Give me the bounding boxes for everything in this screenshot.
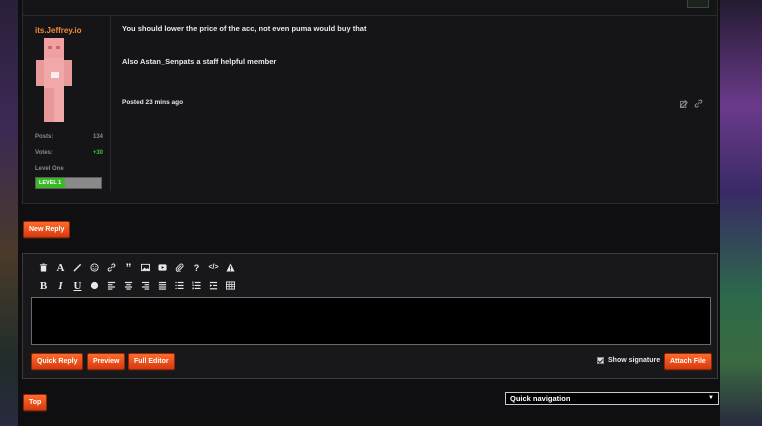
- posted-time[interactable]: Posted 23 mins ago: [122, 99, 183, 106]
- align-center-icon[interactable]: [122, 280, 135, 291]
- show-signature-label: Show signature: [608, 357, 661, 364]
- edit-icon[interactable]: [680, 99, 689, 110]
- video-icon[interactable]: [156, 262, 169, 273]
- posts-count: 134: [92, 134, 103, 140]
- attach-file-button[interactable]: Attach File: [664, 353, 712, 370]
- votes-stat: Votes: +30: [35, 150, 103, 156]
- show-signature-option[interactable]: Show signature: [597, 357, 660, 364]
- posts-stat: Posts: 134: [35, 134, 103, 140]
- level-progress-bar: LEVEL 1: [35, 177, 102, 189]
- link-icon[interactable]: [105, 262, 118, 273]
- avatar[interactable]: [33, 38, 75, 124]
- align-right-icon[interactable]: [139, 280, 152, 291]
- posts-label: Posts:: [35, 134, 54, 140]
- help-icon[interactable]: ?: [190, 262, 203, 273]
- new-reply-button[interactable]: New Reply: [23, 221, 71, 238]
- image-icon[interactable]: [139, 262, 152, 273]
- numbered-list-icon[interactable]: [190, 280, 203, 291]
- quick-navigation-select[interactable]: Quick navigation ▼: [505, 392, 719, 405]
- full-editor-button[interactable]: Full Editor: [128, 353, 175, 370]
- editor-toolbar-row-1: A ” ? </>: [37, 261, 237, 275]
- background-scenery-right: [718, 0, 762, 426]
- message-line-1: You should lower the price of the acc, n…: [122, 24, 367, 33]
- chevron-down-icon: ▼: [708, 395, 714, 401]
- quick-navigation-value: Quick navigation: [510, 394, 571, 403]
- user-info-panel: its.Jeffrey.io Posts: 134 Votes: +30 Lev…: [27, 16, 111, 191]
- topbar-action-button[interactable]: [687, 0, 709, 8]
- forum-main: its.Jeffrey.io Posts: 134 Votes: +30 Lev…: [18, 0, 720, 426]
- reply-textarea[interactable]: [31, 297, 711, 345]
- italic-icon[interactable]: I: [54, 280, 67, 292]
- color-icon[interactable]: [88, 280, 101, 291]
- align-left-icon[interactable]: [105, 280, 118, 291]
- show-signature-checkbox[interactable]: [597, 357, 604, 364]
- votes-count: +30: [92, 150, 103, 156]
- post-content: You should lower the price of the acc, n…: [122, 24, 702, 66]
- post-topbar: [23, 0, 717, 16]
- forum-post: its.Jeffrey.io Posts: 134 Votes: +30 Lev…: [22, 0, 718, 204]
- bullet-list-icon[interactable]: [173, 280, 186, 291]
- align-justify-icon[interactable]: [156, 280, 169, 291]
- underline-icon[interactable]: U: [71, 280, 84, 292]
- font-icon[interactable]: A: [54, 262, 67, 274]
- rank-title: Level One: [35, 166, 64, 172]
- post-actions: [680, 99, 703, 110]
- username-link[interactable]: its.Jeffrey.io: [35, 26, 82, 35]
- top-button[interactable]: Top: [23, 394, 48, 411]
- preview-button[interactable]: Preview: [87, 353, 126, 370]
- link-icon[interactable]: [694, 99, 703, 110]
- message-line-2: Also Astan_Senpats a staff helpful membe…: [122, 57, 277, 66]
- level-badge: LEVEL 1: [36, 178, 66, 188]
- smiley-icon[interactable]: [88, 262, 101, 273]
- quote-icon[interactable]: ”: [122, 261, 135, 275]
- indent-icon[interactable]: [207, 280, 220, 291]
- editor-toolbar-row-2: B I U: [37, 280, 237, 292]
- warning-icon[interactable]: [224, 262, 237, 273]
- attachment-icon[interactable]: [173, 262, 186, 273]
- trash-icon[interactable]: [37, 262, 50, 273]
- votes-label: Votes:: [35, 150, 53, 156]
- quick-reply-editor: A ” ? </> B I U Quick Reply Preview Full…: [22, 253, 718, 379]
- table-icon[interactable]: [224, 280, 237, 291]
- brush-icon[interactable]: [71, 262, 84, 273]
- code-icon[interactable]: </>: [207, 262, 220, 273]
- bold-icon[interactable]: B: [37, 280, 50, 292]
- quick-reply-button[interactable]: Quick Reply: [31, 353, 84, 370]
